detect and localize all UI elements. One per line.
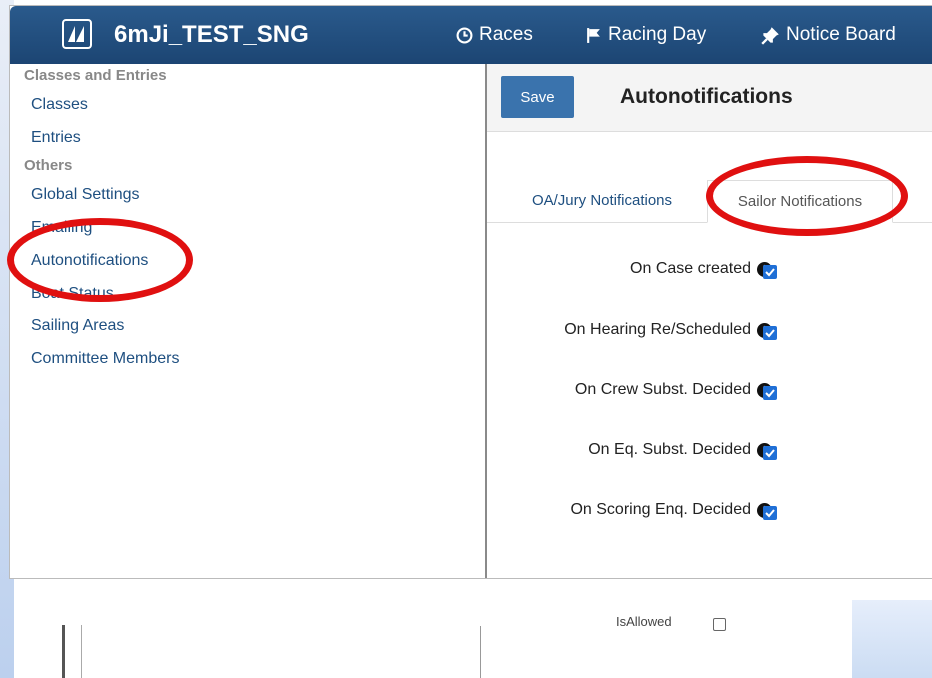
checkbox-hearing-rescheduled[interactable] (763, 326, 777, 340)
setting-row-scoring-enq-decided: On Scoring Enq. Decided (570, 501, 772, 519)
setting-row-eq-subst-decided: On Eq. Subst. Decided (588, 441, 772, 459)
app-logo-icon (62, 19, 92, 49)
sidebar-item-classes[interactable]: Classes (31, 96, 88, 114)
clock-icon (456, 27, 473, 43)
annotation-circle-sailor-tab (706, 156, 908, 236)
checkbox-case-created[interactable] (763, 265, 777, 279)
sidebar-item-committee-members[interactable]: Committee Members (31, 350, 179, 368)
sidebar: Classes and Entries Classes Entries Othe… (10, 64, 487, 578)
nav-notice-board[interactable]: Notice Board (761, 24, 896, 46)
sidebar-item-global-settings[interactable]: Global Settings (31, 186, 140, 204)
nav-racing-day-label: Racing Day (608, 24, 707, 45)
tab-oa-jury-notifications[interactable]: OA/Jury Notifications (507, 180, 697, 221)
nav-races[interactable]: Races (456, 24, 533, 46)
background-window-divider (480, 626, 481, 678)
checkbox-scoring-enq-decided[interactable] (763, 506, 777, 520)
checkbox-eq-subst-decided[interactable] (763, 446, 777, 460)
background-label: IsAllowed (616, 614, 672, 629)
nav-races-label: Races (479, 24, 533, 45)
sidebar-item-entries[interactable]: Entries (31, 129, 81, 147)
top-navbar: 6mJi_TEST_SNG Races Racing Day Notice Bo… (10, 6, 932, 64)
background-window-edge (62, 625, 82, 678)
setting-label: On Hearing Re/Scheduled (564, 321, 751, 338)
setting-row-hearing-rescheduled: On Hearing Re/Scheduled (564, 321, 772, 339)
app-title[interactable]: 6mJi_TEST_SNG (114, 21, 309, 49)
nav-racing-day[interactable]: Racing Day (585, 24, 706, 46)
setting-label: On Scoring Enq. Decided (570, 501, 751, 518)
content-panel: Save Autonotifications OA/Jury Notificat… (487, 64, 932, 578)
sidebar-item-sailing-areas[interactable]: Sailing Areas (31, 317, 124, 335)
pushpin-icon (761, 26, 779, 45)
annotation-circle-autonotifications (7, 218, 193, 302)
background-window (62, 590, 852, 678)
page-title: Autonotifications (620, 85, 793, 108)
setting-label: On Crew Subst. Decided (574, 381, 751, 398)
setting-label: On Case created (630, 260, 751, 277)
sidebar-header-others: Others (24, 157, 73, 174)
background-checkbox (713, 618, 726, 631)
save-button[interactable]: Save (501, 76, 574, 118)
setting-row-case-created: On Case created (630, 260, 772, 278)
nav-notice-board-label: Notice Board (786, 24, 896, 45)
setting-row-crew-subst-decided: On Crew Subst. Decided (575, 381, 772, 399)
checkbox-crew-subst-decided[interactable] (763, 386, 777, 400)
setting-label: On Eq. Subst. Decided (588, 441, 751, 458)
flag-icon (587, 27, 600, 43)
sidebar-header-classes-entries: Classes and Entries (24, 67, 167, 84)
background-desktop-right (850, 600, 932, 678)
toolbar: Save Autonotifications (487, 64, 932, 132)
